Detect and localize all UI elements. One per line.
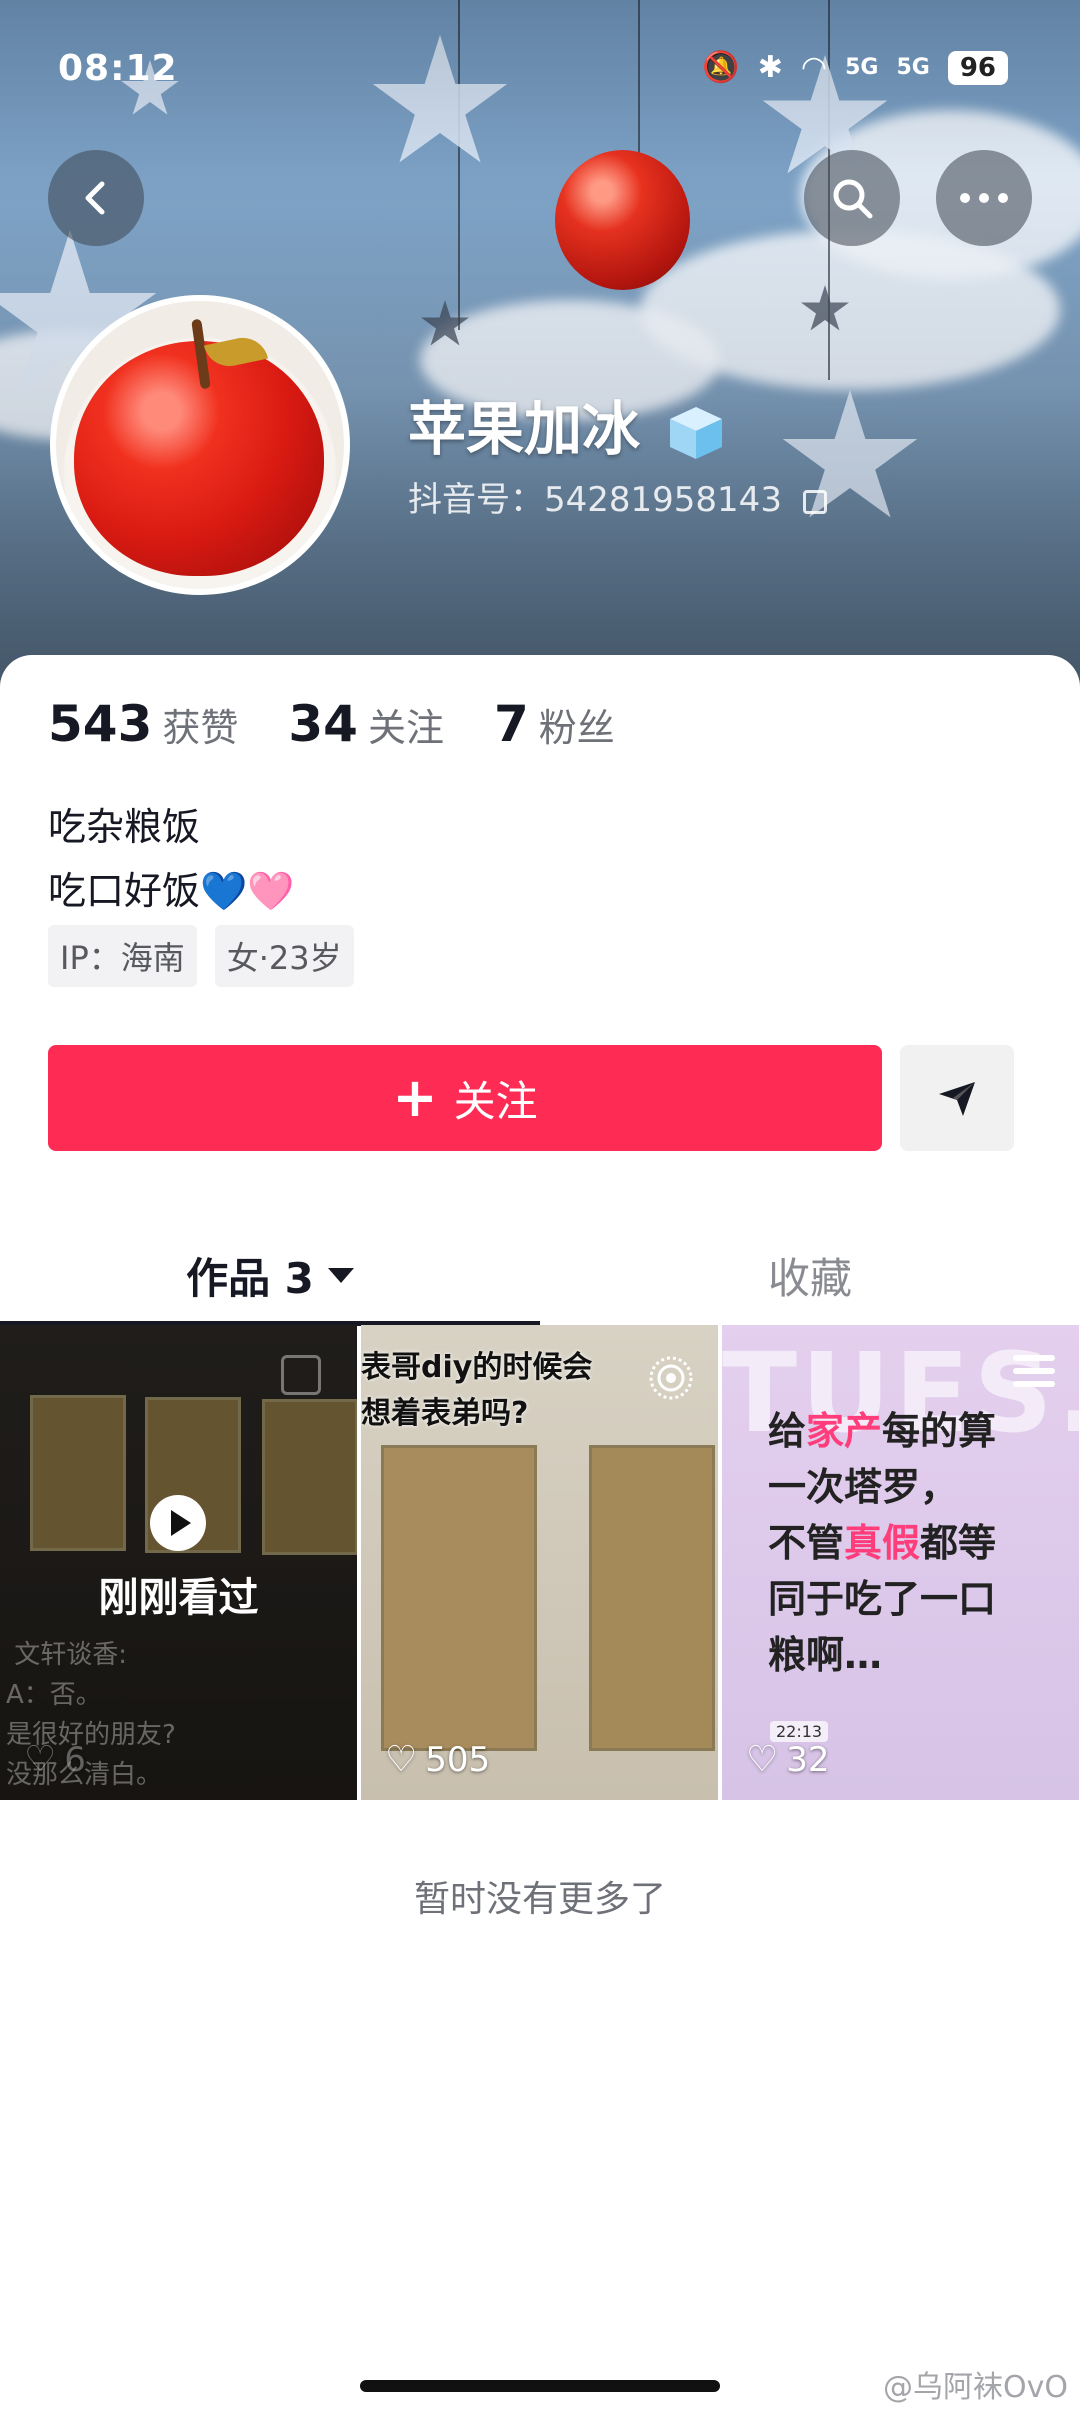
ip-location-tag: IP：海南 (48, 925, 197, 987)
heart-outline-icon: ♡ (385, 1739, 418, 1780)
stat-label: 粉丝 (538, 706, 615, 750)
caption-highlight: 家产 (806, 1409, 883, 1453)
like-count-value: 32 (786, 1739, 830, 1780)
more-dots-icon (960, 193, 1008, 203)
heart-outline-icon: ♡ (24, 1739, 57, 1780)
like-count: ♡ 6 (24, 1739, 86, 1780)
chevron-left-icon (85, 181, 105, 215)
profile-bio: 吃杂粮饭 吃口好饭💙🩷 (48, 795, 295, 923)
bluetooth-icon: ✱ (757, 50, 783, 85)
stat-value: 34 (288, 695, 358, 753)
home-indicator[interactable] (360, 2380, 720, 2392)
caret-down-icon (327, 1267, 354, 1283)
username-text: 苹果加冰 (408, 395, 641, 463)
stat-label: 关注 (367, 706, 444, 750)
video-thumbnail[interactable]: 表哥diy的时候会 想着表弟吗? ♡ 505 (361, 1325, 718, 1800)
douyin-id-text: 抖音号：54281958143 (408, 480, 782, 520)
tarot-card-image (589, 1445, 715, 1751)
video-grid: 文轩谈香: A：否。 是很好的朋友? 没那么清白。 刚刚看过 ♡ 6 表哥diy… (0, 1325, 1080, 1800)
heart-outline-icon: ♡ (746, 1739, 779, 1780)
search-icon (833, 179, 873, 219)
tarot-card-image (381, 1445, 537, 1751)
pink-heart-icon: 🩷 (247, 869, 295, 913)
bio-line: 吃杂粮饭 (48, 805, 201, 849)
bio-line: 吃口好饭💙🩷 (48, 859, 295, 923)
douyin-id: 抖音号：54281958143 (408, 472, 827, 521)
bio-text: 吃口好饭 (48, 869, 201, 913)
caption-text: 给 (768, 1409, 807, 1453)
multi-image-icon (1013, 1355, 1055, 1387)
more-button[interactable] (936, 150, 1032, 246)
share-button[interactable] (900, 1045, 1014, 1151)
profile-card: 543 获赞 34 关注 7 粉丝 吃杂粮饭 吃口好饭💙🩷 IP：海南 女·23… (0, 655, 1080, 2412)
blue-heart-icon: 💙 (200, 869, 248, 913)
avatar[interactable] (50, 295, 350, 595)
just-watched-label: 刚刚看过 (98, 1575, 259, 1621)
status-bar: 08:12 🔕 ✱ ◠ 5G 5G 96 (0, 40, 1080, 100)
stat-following[interactable]: 34 关注 (288, 695, 444, 753)
video-thumbnail[interactable]: 文轩谈香: A：否。 是很好的朋友? 没那么清白。 刚刚看过 ♡ 6 (0, 1325, 357, 1800)
like-count-value: 505 (425, 1739, 491, 1780)
stat-value: 543 (48, 695, 153, 753)
ice-cube-icon (670, 406, 723, 459)
plus-icon: + (392, 1066, 438, 1129)
signal-icon: 5G (896, 55, 930, 80)
like-count: ♡ 32 (746, 1739, 830, 1780)
tab-favorites-label: 收藏 (767, 1253, 852, 1303)
caption-highlight: 真假 (844, 1521, 921, 1565)
gender-age-tag: 女·23岁 (214, 925, 354, 987)
mute-bell-icon: 🔕 (702, 50, 740, 85)
tab-favorites[interactable]: 收藏 (540, 1225, 1080, 1325)
watermark: @乌阿袜OvO (883, 2370, 1068, 2405)
like-count-value: 6 (64, 1739, 86, 1780)
video-caption: 给家产每的算 一次塔罗， 不管真假都等 同于吃了一口 粮啊… (768, 1403, 996, 1683)
signal-icon: 5G (845, 55, 879, 80)
select-checkbox-icon[interactable] (281, 1355, 321, 1395)
stat-followers[interactable]: 7 粉丝 (494, 695, 615, 753)
live-photo-icon (649, 1356, 693, 1400)
tab-works[interactable]: 作品 3 (0, 1225, 540, 1325)
follow-button[interactable]: + 关注 (48, 1045, 882, 1151)
no-more-label: 暂时没有更多了 (413, 1879, 666, 1920)
profile-tags: IP：海南 女·23岁 (48, 925, 354, 987)
follow-label: 关注 (453, 1076, 538, 1126)
status-icons: 🔕 ✱ ◠ 5G 5G 96 (702, 50, 1008, 85)
like-count: ♡ 505 (385, 1739, 490, 1780)
copy-icon[interactable] (802, 489, 827, 514)
stat-label: 获赞 (162, 706, 239, 750)
profile-stats: 543 获赞 34 关注 7 粉丝 (48, 695, 615, 753)
search-button[interactable] (804, 150, 900, 246)
stat-value: 7 (494, 695, 529, 753)
tab-works-label: 作品 3 (186, 1253, 314, 1303)
battery-indicator: 96 (947, 50, 1008, 85)
play-icon (150, 1495, 206, 1551)
wifi-icon: ◠ (800, 50, 828, 85)
stat-likes[interactable]: 543 获赞 (48, 695, 238, 753)
send-plane-icon (939, 1082, 975, 1116)
back-button[interactable] (48, 150, 144, 246)
play-triangle (171, 1510, 191, 1536)
status-time: 08:12 (58, 48, 178, 89)
content-tabs: 作品 3 收藏 (0, 1225, 1080, 1326)
video-thumbnail[interactable]: TUES. 给家产每的算 一次塔罗， 不管真假都等 同于吃了一口 粮啊… 22:… (722, 1325, 1079, 1800)
username: 苹果加冰 (408, 382, 726, 466)
